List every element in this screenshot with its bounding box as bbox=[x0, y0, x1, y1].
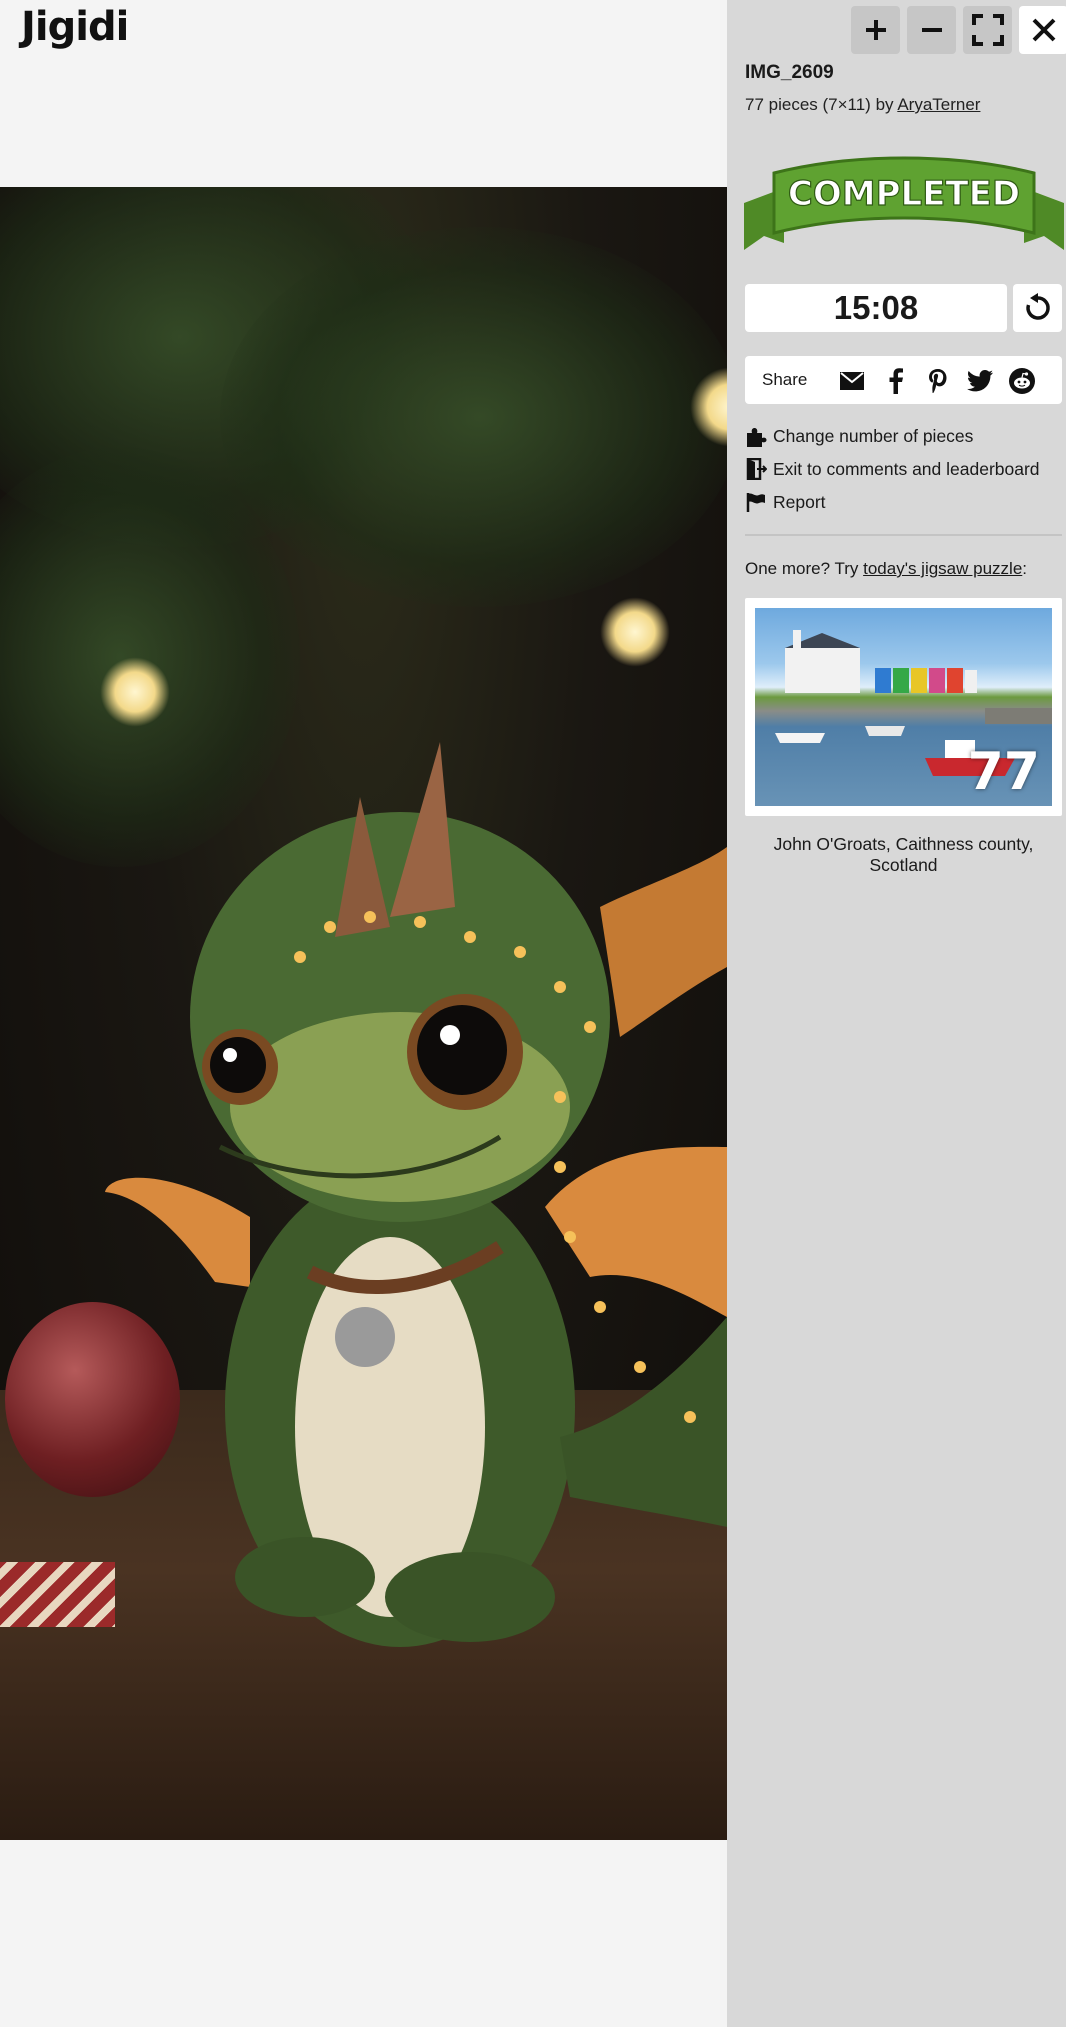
restart-icon bbox=[1025, 293, 1050, 320]
close-button[interactable] bbox=[1019, 6, 1066, 54]
todays-puzzle-thumbnail[interactable]: 77 bbox=[745, 598, 1062, 816]
reddit-icon[interactable] bbox=[1009, 368, 1035, 394]
plus-icon bbox=[865, 20, 886, 40]
harbor-thumbnail-image: 77 bbox=[755, 608, 1052, 806]
one-more-suffix: : bbox=[1022, 559, 1028, 578]
close-icon bbox=[1032, 18, 1055, 42]
divider bbox=[745, 534, 1062, 536]
puzzle-pieces-info: 77 pieces (7×11) by bbox=[745, 95, 898, 114]
thumbnail-caption: John O'Groats, Caithness county, Scotlan… bbox=[773, 834, 1034, 875]
minus-icon bbox=[921, 28, 942, 32]
fullscreen-button[interactable] bbox=[963, 6, 1012, 54]
flag-icon bbox=[746, 493, 765, 512]
puzzle-meta: 77 pieces (7×11) by AryaTerner bbox=[745, 95, 980, 115]
puzzle-image[interactable] bbox=[0, 187, 727, 1840]
one-more-prefix: One more? Try bbox=[745, 559, 864, 578]
exit-comments-link[interactable]: Exit to comments and leaderboard bbox=[745, 458, 1040, 480]
puzzle-title: IMG_2609 bbox=[745, 62, 834, 83]
report-link[interactable]: Report bbox=[745, 491, 826, 513]
report-label: Report bbox=[773, 491, 826, 512]
pinterest-icon[interactable] bbox=[925, 368, 951, 394]
share-bar: Share bbox=[745, 356, 1062, 404]
baby-dragon-illustration bbox=[105, 742, 727, 1647]
fullscreen-icon bbox=[971, 14, 1004, 46]
one-more-prompt: One more? Try today's jigsaw puzzle: bbox=[745, 559, 1027, 579]
todays-puzzle-link[interactable]: today's jigsaw puzzle bbox=[863, 559, 1022, 578]
twitter-icon[interactable] bbox=[967, 368, 993, 394]
exit-door-icon bbox=[746, 458, 767, 480]
puzzle-sidebar: IMG_2609 77 pieces (7×11) by AryaTerner … bbox=[727, 0, 1066, 2027]
facebook-icon[interactable] bbox=[883, 368, 909, 394]
restart-button[interactable] bbox=[1013, 284, 1062, 332]
zoom-in-button[interactable] bbox=[851, 6, 900, 54]
thumbnail-piece-count: 77 bbox=[967, 742, 1040, 802]
completed-banner: COMPLETED bbox=[744, 156, 1064, 250]
completed-text: COMPLETED bbox=[788, 174, 1020, 214]
share-label: Share bbox=[762, 370, 808, 389]
zoom-out-button[interactable] bbox=[907, 6, 956, 54]
email-icon[interactable] bbox=[839, 368, 865, 394]
author-link[interactable]: AryaTerner bbox=[897, 95, 980, 114]
change-pieces-link[interactable]: Change number of pieces bbox=[745, 425, 973, 447]
puzzle-piece-icon bbox=[747, 428, 767, 447]
jigidi-logo[interactable]: Jigidi bbox=[21, 4, 129, 50]
change-pieces-label: Change number of pieces bbox=[773, 425, 974, 446]
exit-comments-label: Exit to comments and leaderboard bbox=[773, 458, 1040, 479]
puzzle-timer: 15:08 bbox=[745, 284, 1007, 332]
